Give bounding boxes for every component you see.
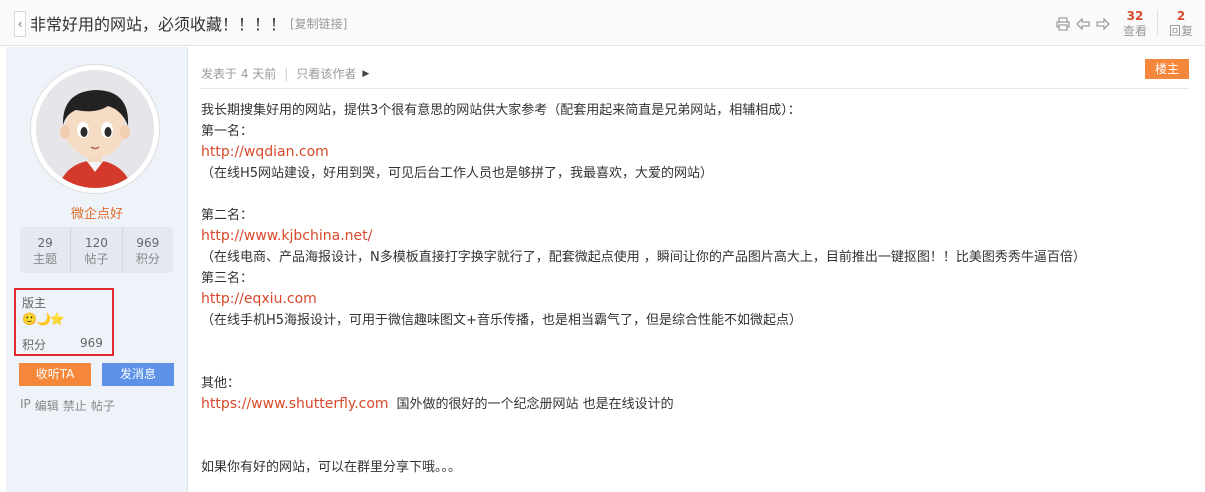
follow-button[interactable]: 收听TA [19, 363, 91, 386]
author-stats: 29 主题 120 帖子 969 积分 [20, 227, 173, 273]
post-line: 第三名： [201, 271, 254, 286]
thread-tools [1056, 17, 1110, 31]
stat-posts-label: 帖子 [84, 252, 109, 266]
admin-link-posts[interactable]: 帖子 [91, 397, 115, 414]
thread-header: ‹ 非常好用的网站，必须收藏！！！！ [复制链接] 32 查看 2 回复 [0, 0, 1205, 46]
replies-count: 2 [1176, 9, 1186, 23]
copy-link[interactable]: [复制链接] [290, 15, 347, 32]
author-name[interactable]: 微企点好 [6, 203, 188, 222]
post-line: http://www.kjbchina.net/ [201, 226, 1191, 247]
post-text: 国外做的很好的一个纪念册网站 也是在线设计的 [396, 397, 674, 412]
views-count: 32 [1126, 9, 1144, 23]
floor-badge: 楼主 [1145, 59, 1189, 79]
admin-link-ip[interactable]: IP [20, 397, 31, 414]
post-content: 我长期搜集好用的网站，提供3个很有意思的网站供大家参考（配套用起来简直是兄弟网站… [201, 100, 1191, 478]
admin-links: IP 编辑 禁止 帖子 [20, 397, 115, 414]
post-line: 如果你有好的网站，可以在群里分享下哦。。。 [201, 460, 462, 475]
post-line: https://www.shutterfly.com 国外做的很好的一个纪念册网站… [201, 394, 1191, 415]
post-line: 其他： [201, 376, 241, 391]
post-link[interactable]: http://wqdian.com [201, 144, 329, 160]
post-line: （在线电商、产品海报设计，N多模板直接打字换字就行了，配套微起点使用 ，瞬间让你… [201, 250, 1086, 265]
only-author-link[interactable]: 只看该作者 [296, 65, 356, 82]
stat-threads[interactable]: 29 主题 [20, 227, 72, 273]
post-line: （在线H5网站建设，好用到哭，可见后台工作人员也是够拼了，我最喜欢，大爱的网站） [201, 166, 714, 181]
score-label: 积分 [22, 338, 47, 352]
print-icon[interactable] [1056, 17, 1070, 31]
stat-divider [1157, 10, 1158, 36]
stat-points-label: 积分 [135, 252, 160, 266]
post-divider [201, 88, 1189, 89]
post-link[interactable]: http://www.kjbchina.net/ [201, 228, 372, 244]
stat-threads-label: 主题 [33, 252, 58, 266]
post-line: http://eqxiu.com [201, 289, 1191, 310]
avatar-frame [30, 64, 160, 194]
post-line: 我长期搜集好用的网站，提供3个很有意思的网站供大家参考（配套用起来简直是兄弟网站… [201, 103, 801, 118]
stat-threads-num: 29 [37, 236, 53, 250]
replies-stat: 2 回复 [1166, 9, 1196, 39]
prev-thread-icon[interactable] [1076, 17, 1090, 31]
views-stat: 32 查看 [1120, 9, 1150, 39]
back-button[interactable]: ‹ [14, 11, 26, 37]
score-row: 积分 969 [22, 336, 108, 353]
thread-title: 非常好用的网站，必须收藏！！！！ [30, 15, 287, 34]
post-link[interactable]: https://www.shutterfly.com [201, 396, 389, 412]
meta-separator: | [284, 66, 289, 81]
admin-link-ban[interactable]: 禁止 [63, 397, 87, 414]
next-thread-icon[interactable] [1096, 17, 1110, 31]
post-line: 第二名： [201, 208, 254, 223]
avatar[interactable] [36, 70, 154, 188]
replies-label: 回复 [1168, 24, 1193, 38]
post-line: http://wqdian.com [201, 142, 1191, 163]
stat-posts[interactable]: 120 帖子 [71, 227, 123, 273]
triangle-right-icon: ▶ [362, 68, 370, 79]
post-link[interactable]: http://eqxiu.com [201, 291, 317, 307]
stat-points-num: 969 [136, 236, 160, 250]
medal-icons: 🙂🌙⭐ [22, 312, 65, 326]
admin-link-edit[interactable]: 编辑 [35, 397, 59, 414]
post-meta: 发表于 4 天前 | 只看该作者 ▶ [201, 65, 369, 82]
highlight-box: 版主 🙂🌙⭐ 积分 969 [14, 288, 114, 356]
author-panel: 微企点好 29 主题 120 帖子 969 积分 版主 🙂🌙⭐ 积分 969 收… [6, 47, 188, 492]
post-time: 发表于 4 天前 [201, 67, 277, 81]
stat-posts-num: 120 [85, 236, 108, 250]
user-rank: 版主 [22, 296, 47, 310]
views-label: 查看 [1122, 24, 1147, 38]
score-value: 969 [80, 336, 103, 350]
post-line: 第一名： [201, 124, 254, 139]
stat-points[interactable]: 969 积分 [123, 227, 173, 273]
post-line: （在线手机H5海报设计，可用于微信趣味图文+音乐传播，也是相当霸气了，但是综合性… [201, 313, 802, 328]
message-button[interactable]: 发消息 [102, 363, 174, 386]
